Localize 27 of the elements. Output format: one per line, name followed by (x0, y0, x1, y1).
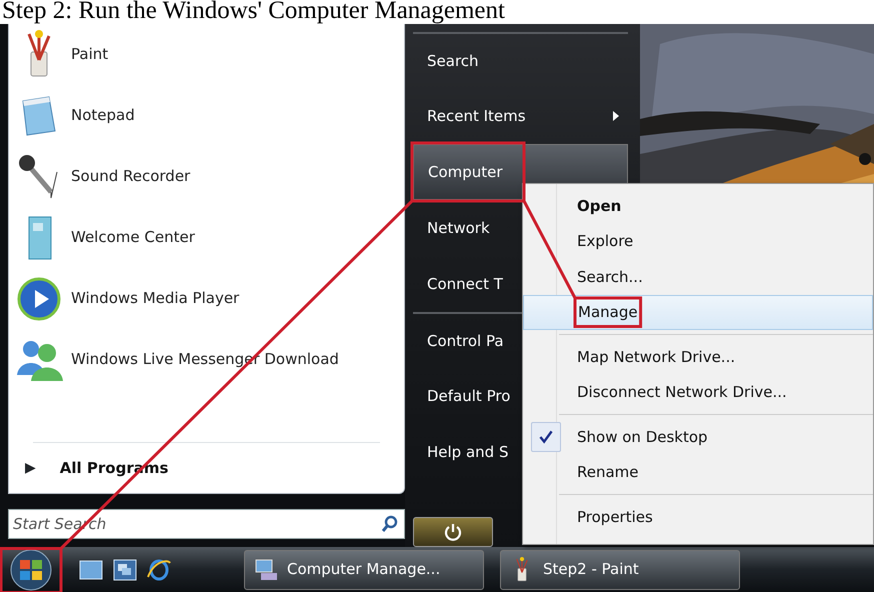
taskbar-button[interactable]: Computer Manage... (244, 550, 484, 590)
highlight-frame (0, 547, 62, 592)
start-menu-item[interactable]: Recent Items (413, 88, 628, 144)
program-item[interactable]: Welcome Center (9, 207, 404, 268)
highlight-frame (574, 296, 642, 328)
program-item[interactable]: Notepad (9, 85, 404, 146)
power-button[interactable] (413, 517, 493, 547)
browser-icon[interactable] (146, 556, 172, 582)
search-icon[interactable] (381, 515, 399, 533)
power-icon (444, 523, 462, 541)
menu-item[interactable]: Explore (523, 224, 873, 259)
submenu-arrow-icon (612, 110, 620, 122)
menu-item[interactable]: Search... (523, 259, 873, 294)
menu-item[interactable]: Properties (523, 499, 873, 534)
arrow-icon: ▶ (25, 458, 36, 478)
caption: Step 2: Run the Windows' Computer Management (1, 0, 506, 24)
taskbar-button[interactable]: Step2 - Paint (500, 550, 740, 590)
program-item[interactable]: Sound Recorder (9, 146, 404, 207)
program-item[interactable]: Paint (9, 24, 404, 85)
windows-switch-icon[interactable] (112, 556, 138, 582)
computer-icon (253, 556, 279, 582)
menu-item[interactable]: Manage (523, 294, 873, 330)
menu-item[interactable]: Show on Desktop (523, 419, 873, 454)
menu-item[interactable]: Rename (523, 454, 873, 490)
program-item[interactable]: Windows Media Player (9, 268, 404, 329)
start-menu-item[interactable]: Search (413, 32, 628, 88)
menu-item[interactable]: Disconnect Network Drive... (523, 374, 873, 410)
